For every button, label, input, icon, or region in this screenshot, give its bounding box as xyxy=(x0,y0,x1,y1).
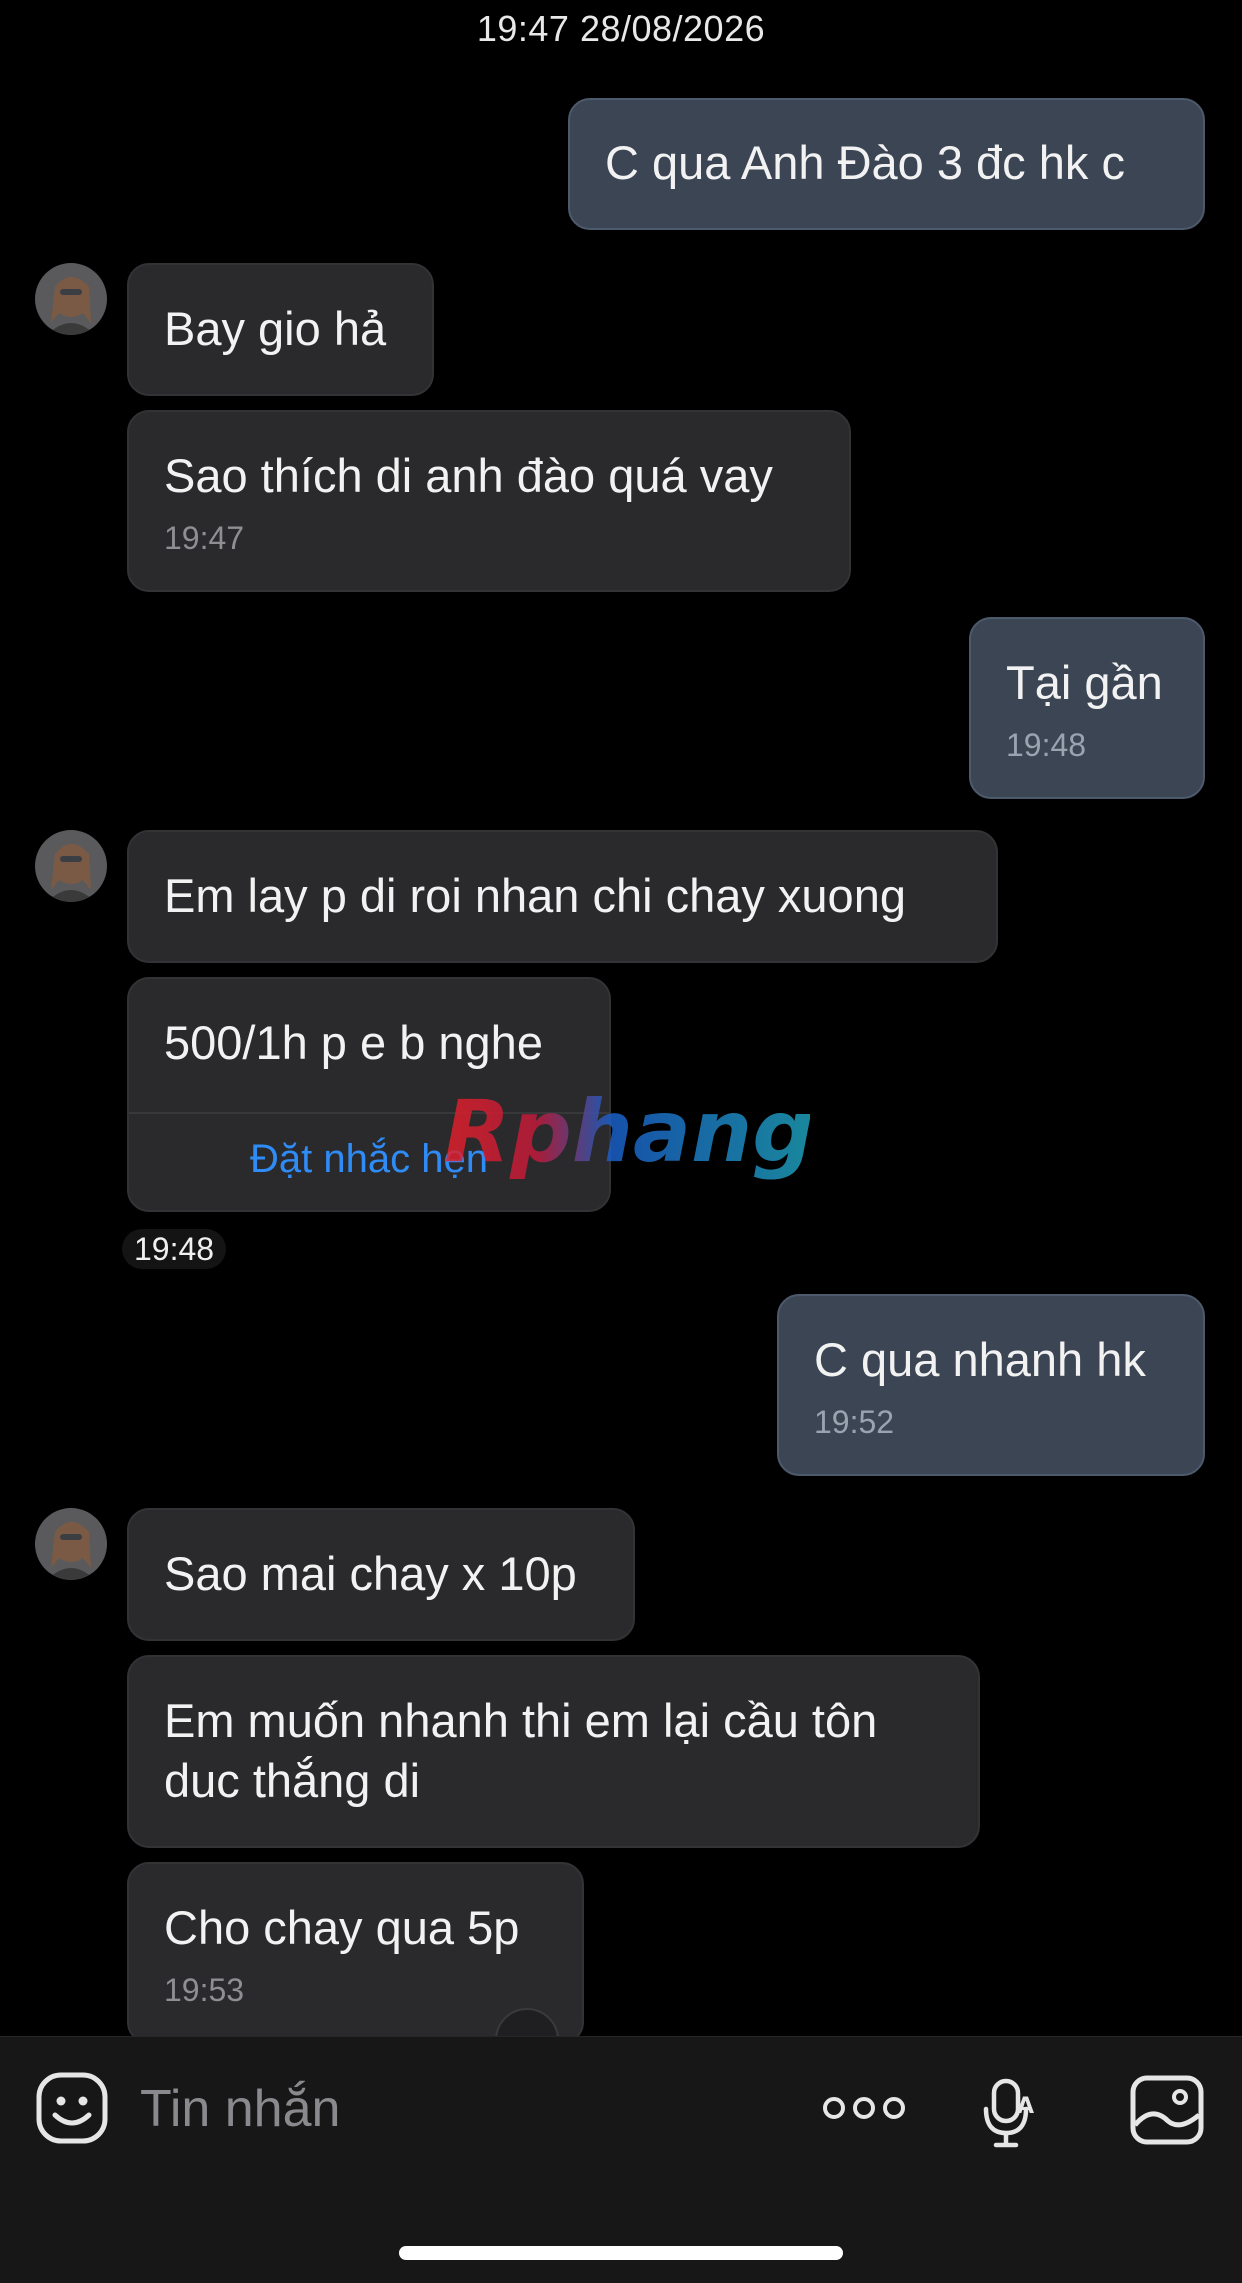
message-composer: Tin nhắn A xyxy=(0,2036,1242,2283)
bubble-divider xyxy=(129,1112,609,1114)
message-text: Cho chay qua 5p xyxy=(164,1901,520,1954)
message-bubble-incoming[interactable]: Em muốn nhanh thi em lại cầu tôn duc thắ… xyxy=(127,1655,980,1848)
message-text: Bay gio hả xyxy=(164,302,387,355)
message-bubble-outgoing[interactable]: Tại gần 19:48 xyxy=(969,617,1205,799)
message-text: Em muốn nhanh thi em lại cầu tôn duc thắ… xyxy=(164,1694,878,1807)
message-text: Sao thích di anh đào quá vay xyxy=(164,449,773,502)
contact-avatar[interactable] xyxy=(35,830,107,902)
message-bubble-outgoing[interactable]: C qua nhanh hk 19:52 xyxy=(777,1294,1205,1476)
chat-area[interactable]: 19:47 28/08/2026 C qua Anh Đào 3 đc hk c… xyxy=(0,0,1242,2036)
svg-text:A: A xyxy=(1017,2094,1034,2119)
home-indicator xyxy=(399,2246,843,2260)
message-time: 19:48 xyxy=(1006,727,1087,763)
message-text: 500/1h p e b nghe xyxy=(164,1016,543,1069)
message-bubble-incoming[interactable]: Sao mai chay x 10p xyxy=(127,1508,635,1641)
date-header: 19:47 28/08/2026 xyxy=(476,8,766,49)
message-text: Sao mai chay x 10p xyxy=(164,1547,577,1600)
more-icon[interactable] xyxy=(822,2093,906,2128)
message-time: 19:47 xyxy=(164,520,245,556)
contact-avatar[interactable] xyxy=(35,263,107,335)
message-time: 19:53 xyxy=(164,1972,245,2008)
message-text: Em lay p di roi nhan chi chay xuong xyxy=(164,869,906,922)
message-input[interactable]: Tin nhắn xyxy=(140,2079,340,2139)
message-text: C qua nhanh hk xyxy=(814,1333,1146,1386)
set-reminder-link[interactable]: Đặt nhắc hẹn xyxy=(129,1134,609,1184)
contact-avatar[interactable] xyxy=(35,1508,107,1580)
message-time-stamp: 19:48 xyxy=(122,1229,227,1269)
message-bubble-incoming[interactable]: Bay gio hả xyxy=(127,263,434,396)
message-time: 19:52 xyxy=(814,1404,895,1440)
message-bubble-incoming[interactable]: 500/1h p e b nghe Đặt nhắc hẹn xyxy=(127,977,611,1212)
message-text: C qua Anh Đào 3 đc hk c xyxy=(605,136,1125,189)
voice-to-text-icon[interactable]: A xyxy=(980,2077,1042,2154)
message-bubble-incoming[interactable]: Sao thích di anh đào quá vay 19:47 xyxy=(127,410,851,592)
image-icon[interactable] xyxy=(1130,2075,1204,2150)
message-text: Tại gần xyxy=(1006,656,1163,709)
emoji-icon[interactable] xyxy=(35,2071,109,2150)
message-bubble-incoming[interactable]: Em lay p di roi nhan chi chay xuong xyxy=(127,830,998,963)
message-bubble-outgoing[interactable]: C qua Anh Đào 3 đc hk c xyxy=(568,98,1205,230)
